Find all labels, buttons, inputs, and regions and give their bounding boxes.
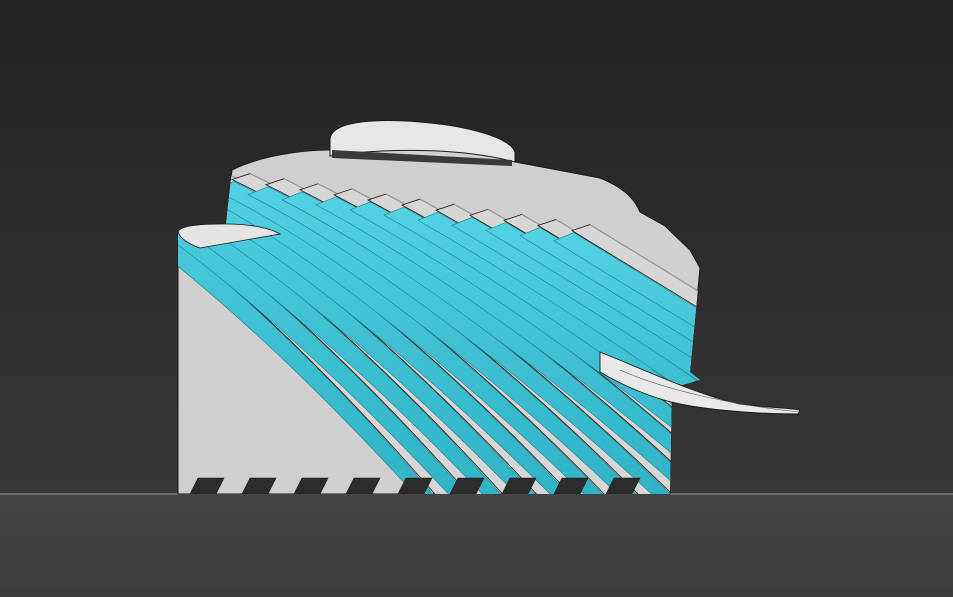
- 3d-viewport[interactable]: [0, 0, 953, 597]
- tower-model[interactable]: [0, 0, 953, 597]
- base-openings: [189, 477, 641, 495]
